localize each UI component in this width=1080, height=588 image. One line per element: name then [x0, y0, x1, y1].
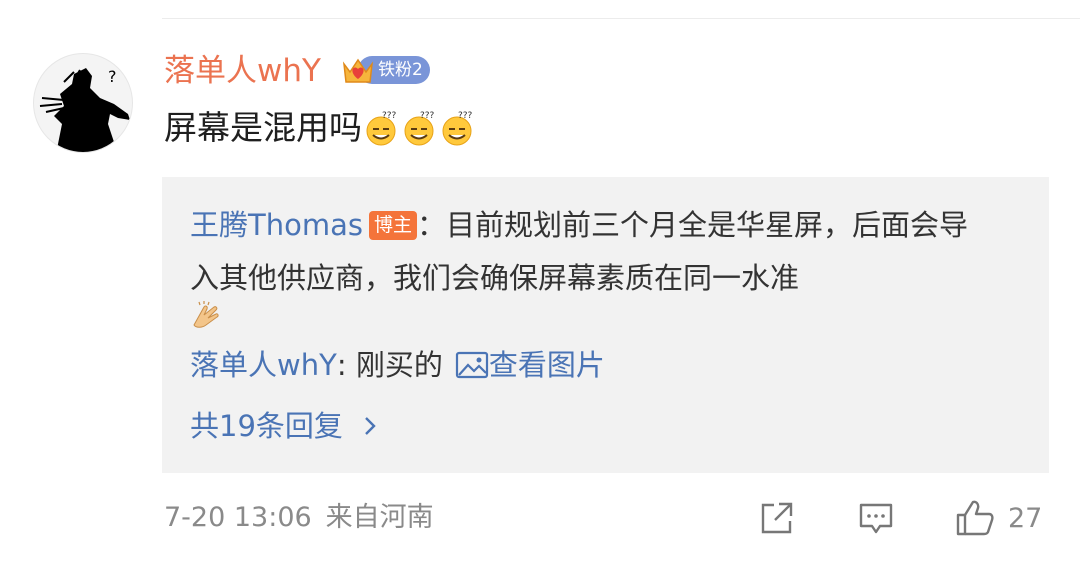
comment-button[interactable] [856, 498, 896, 538]
thinking-smile-emoji-icon: ??? [404, 111, 435, 146]
reply-box[interactable]: 王腾Thomas 博主 ：目前规划前三个月全是华星屏，后面会导入其他供应商，我们会确… [162, 177, 1049, 473]
share-icon [761, 502, 793, 534]
thinking-smile-emoji-icon: ??? [442, 111, 473, 146]
fan-badge[interactable]: 铁粉2 [340, 50, 430, 90]
comment-text: 屏幕是混用吗 ??? ??? ??? [164, 103, 476, 153]
svg-text:?: ? [108, 67, 117, 86]
thinking-smile-emoji-icon: ??? [366, 111, 397, 146]
thumbs-up-icon [956, 500, 994, 536]
clapping-hands-emoji-icon [193, 301, 219, 328]
share-button[interactable] [757, 498, 797, 538]
like-count: 27 [1008, 502, 1043, 534]
reply-second-separator: : [336, 348, 356, 382]
more-replies-link[interactable]: 共19条回复 [190, 401, 385, 451]
chevron-right-icon [365, 417, 376, 435]
comment-location: 来自河南 [325, 502, 434, 533]
comment-body: 屏幕是混用吗 [164, 108, 362, 147]
reply-first: 王腾Thomas 博主 ：目前规划前三个月全是华星屏，后面会导入其他供应商，我们会确… [190, 199, 990, 305]
reply-separator: ： [416, 208, 446, 242]
like-button[interactable]: 27 [954, 498, 1042, 538]
view-image-label: 查看图片 [488, 348, 605, 382]
svg-text:???: ??? [420, 111, 435, 121]
svg-text:???: ??? [458, 111, 473, 121]
avatar-silhouette-icon: ? [39, 67, 130, 152]
blogger-badge: 博主 [368, 211, 417, 240]
comment-meta: 7-20 13:06 来自河南 [164, 496, 448, 540]
comment-icon [859, 503, 893, 534]
top-divider [162, 18, 1080, 19]
reply-second-author[interactable]: 落单人whY [190, 340, 337, 390]
reply-author[interactable]: 王腾Thomas [190, 208, 363, 242]
view-image-link[interactable]: 查看图片 [455, 340, 605, 390]
svg-text:???: ??? [382, 111, 397, 121]
comment-time: 7-20 13:06 [164, 502, 312, 533]
crown-heart-icon [342, 58, 374, 83]
avatar[interactable]: ? [33, 53, 133, 153]
comment-username[interactable]: 落单人whY [164, 50, 321, 92]
reply-second: 落单人whY: 刚买的 查看图片 [190, 340, 605, 390]
image-icon [455, 351, 488, 379]
more-replies-label: 共19条回复 [190, 409, 343, 443]
reply-second-text: 刚买的 [355, 348, 443, 382]
